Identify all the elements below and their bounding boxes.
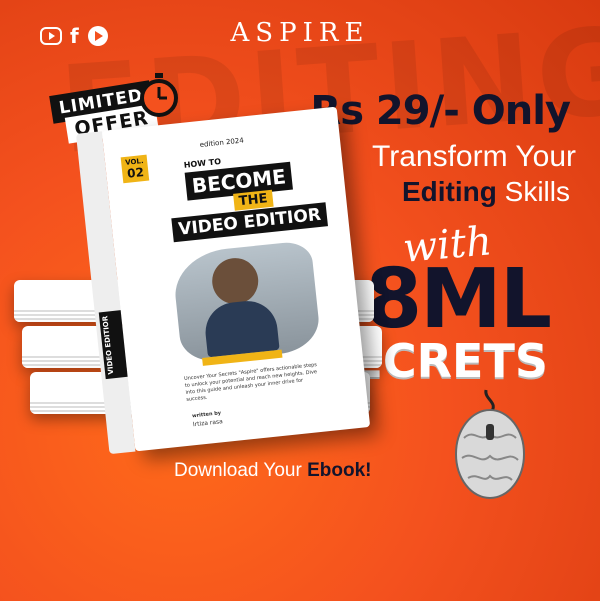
price-heading: Rs 29/- Only: [310, 88, 571, 134]
download-cta[interactable]: Download Your Ebook!: [174, 460, 372, 482]
headline-line-2: Editing Skills: [402, 176, 570, 208]
author-name: Irtiza rasa: [192, 418, 224, 429]
headline-skills: Skills: [496, 176, 570, 207]
cta-ebook: Ebook!: [307, 460, 372, 481]
edition-text: edition 2024: [199, 136, 245, 150]
book-description: Uncover Your Secrets "Aspire" offers act…: [183, 362, 318, 403]
volume-badge: VOL. 02: [120, 154, 150, 184]
ebook-cover: VIDEO EDITIOR VOL. 02 edition 2024 HOW TO…: [75, 106, 371, 455]
headline-line-1: Transform Your: [372, 140, 576, 173]
headline-8ml: 8ML: [365, 252, 552, 347]
brain-mouse-icon: [450, 388, 530, 504]
cta-prefix: Download Your: [174, 460, 308, 481]
volume-number: 02: [126, 165, 145, 181]
stopwatch-icon: [138, 72, 180, 122]
promo-poster: EDITING f ASPIRE LIMITED OFFER Rs 29/- O…: [0, 0, 600, 601]
how-to-text: HOW TO: [183, 156, 222, 170]
headline-editing: Editing: [402, 176, 497, 207]
brand-name: ASPIRE: [230, 18, 370, 48]
